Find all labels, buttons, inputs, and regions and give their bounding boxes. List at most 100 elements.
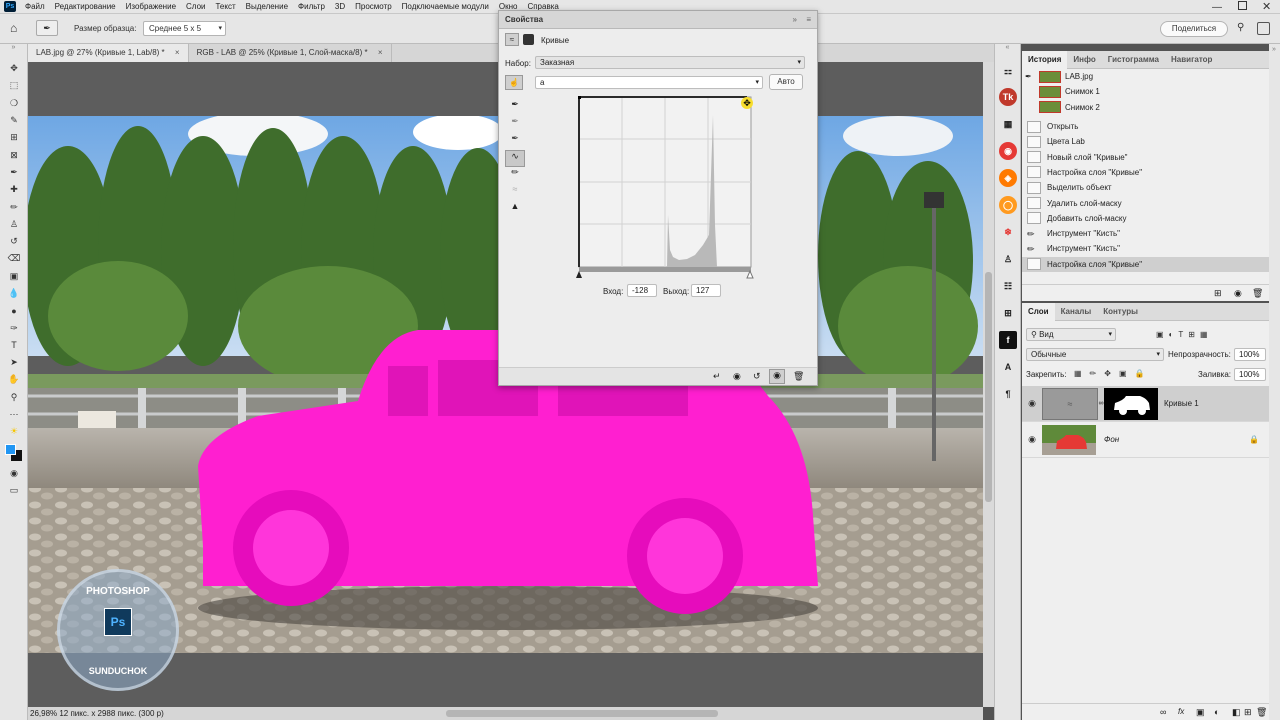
blend-mode-select[interactable]: Обычные ▾ (1026, 348, 1164, 361)
layer-row-background[interactable]: ◉ Фон 🔒 (1022, 422, 1269, 458)
color-swatches[interactable] (0, 441, 27, 465)
history-step[interactable]: Настройка слоя "Кривые" (1022, 165, 1269, 180)
pen-tool-icon[interactable]: ✑ (0, 319, 28, 336)
menu-select[interactable]: Выделение (241, 2, 293, 11)
navigator-icon[interactable]: ▦ (999, 115, 1017, 133)
tab-layers[interactable]: Слои (1022, 303, 1055, 321)
gray-point-eyedropper-icon[interactable]: ✒ (505, 116, 525, 133)
scroll-thumb[interactable] (985, 272, 992, 502)
history-snapshot[interactable]: ✒ LAB.jpg (1022, 69, 1269, 84)
crop-tool-icon[interactable]: ⊞ (0, 129, 28, 146)
white-point-slider[interactable] (746, 269, 754, 279)
menu-file[interactable]: Файл (20, 2, 50, 11)
paragraph-panel-icon[interactable]: ¶ (999, 385, 1017, 403)
history-step[interactable]: Цвета Lab (1022, 134, 1269, 149)
history-step-selected[interactable]: Настройка слоя "Кривые" (1022, 256, 1269, 272)
dodge-tool-icon[interactable]: ● (0, 302, 28, 319)
menu-filter[interactable]: Фильтр (293, 2, 330, 11)
minimize-icon[interactable]: — (1212, 2, 1222, 13)
path-select-icon[interactable]: ➤ (0, 354, 28, 371)
tab-navigator[interactable]: Навигатор (1165, 51, 1218, 69)
frame-tool-icon[interactable]: ⊠ (0, 146, 28, 163)
history-panel-icon[interactable]: ⚏ (999, 62, 1017, 80)
layer-row-curves[interactable]: ◉ ≈ ∞ Кривые 1 (1022, 386, 1269, 422)
lock-icons[interactable]: ▦✏✥▣🔒 (1074, 369, 1152, 378)
close-tab-icon[interactable]: × (378, 48, 383, 57)
menu-edit[interactable]: Редактирование (50, 2, 121, 11)
layer-filter-select[interactable]: ⚲ Вид ▾ (1026, 328, 1116, 341)
eyedropper-tool-preset-icon[interactable]: ✒ (36, 20, 58, 36)
foreground-color-swatch[interactable] (5, 443, 16, 455)
zoom-tool-icon[interactable]: ⚲ (0, 389, 28, 406)
curves-adjustment-icon[interactable]: ≈ (505, 33, 519, 46)
layer-mask-thumbnail[interactable] (1104, 387, 1158, 420)
black-point-slider[interactable] (576, 271, 582, 278)
type-tool-icon[interactable]: T (0, 337, 28, 354)
history-snapshot[interactable]: Снимок 1 (1022, 84, 1269, 99)
eraser-tool-icon[interactable]: ⌫ (0, 250, 28, 267)
menu-image[interactable]: Изображение (121, 2, 181, 11)
stamp-panel-icon[interactable]: ♙ (999, 250, 1017, 268)
camera-snapshot-icon[interactable]: ◉ (1234, 288, 1242, 299)
hand-tool-icon[interactable]: ✋ (0, 371, 28, 388)
history-step[interactable]: Новый слой "Кривые" (1022, 149, 1269, 164)
tab-paths[interactable]: Контуры (1097, 303, 1144, 321)
menu-view[interactable]: Просмотр (350, 2, 397, 11)
link-layers-icon[interactable]: ∞ (1160, 707, 1166, 717)
clip-to-layer-icon[interactable]: ↵ (713, 371, 721, 382)
preset-select[interactable]: Заказная ▾ (535, 56, 805, 69)
new-layer-icon[interactable]: ⊞ (1244, 707, 1252, 718)
marquee-tool-icon[interactable]: ⬚ (0, 77, 28, 94)
collapse-panels-icon[interactable]: » (1272, 46, 1276, 53)
plugin-circle-icon[interactable]: ◯ (999, 196, 1017, 214)
strip-collapse-icon[interactable]: « (995, 44, 1020, 58)
search-icon[interactable]: ⚲ (1237, 22, 1244, 33)
panel-collapse-icon[interactable]: » (0, 44, 27, 60)
plugin-f-icon[interactable]: f (999, 331, 1017, 349)
history-snapshot[interactable]: Снимок 2 (1022, 100, 1269, 115)
tab-rgb-lab[interactable]: RGB - LAB @ 25% (Кривые 1, Слой-маска/8)… (189, 44, 392, 62)
white-point-eyedropper-icon[interactable]: ✒ (505, 133, 525, 150)
move-tool-icon[interactable]: ✥ (0, 60, 28, 77)
tab-channels[interactable]: Каналы (1055, 303, 1098, 321)
share-button[interactable]: Поделиться (1160, 21, 1228, 37)
tab-info[interactable]: Инфо (1067, 51, 1101, 69)
curves-graph[interactable]: ✥ (575, 95, 755, 280)
close-tab-icon[interactable]: × (175, 48, 180, 57)
horizontal-scroll-thumb[interactable] (446, 710, 718, 717)
tab-histogram[interactable]: Гистограмма (1102, 51, 1165, 69)
color-wheel-icon[interactable]: ❄ (999, 223, 1017, 241)
curve-point-tool-icon[interactable]: ∿ (505, 150, 525, 167)
add-mask-icon[interactable]: ▣ (1196, 707, 1205, 718)
menu-plugins[interactable]: Подключаемые модули (397, 2, 494, 11)
eyedropper-tool-icon[interactable]: ✒ (0, 164, 28, 181)
layer-filter-icons[interactable]: ▣◐T⊞▦ (1156, 330, 1213, 339)
history-step[interactable]: ✏ Инструмент "Кисть" (1022, 241, 1269, 256)
menu-3d[interactable]: 3D (330, 2, 350, 11)
on-image-adjust-icon[interactable]: ☝ (505, 75, 523, 90)
mask-icon[interactable] (523, 34, 534, 45)
layer-visibility-eye-icon[interactable]: ◉ (1022, 434, 1042, 445)
group-folder-icon[interactable]: ◧ (1232, 707, 1241, 718)
close-icon[interactable]: ✕ (1262, 0, 1271, 13)
menu-type[interactable]: Текст (210, 2, 240, 11)
ruler-icon[interactable]: ☷ (999, 277, 1017, 295)
panel-menu-icon[interactable]: ≡ (806, 11, 811, 29)
canvas-vertical-scrollbar[interactable] (983, 62, 994, 707)
opacity-field[interactable]: 100% (1234, 348, 1266, 361)
home-icon[interactable]: ⌂ (10, 21, 17, 35)
maximize-icon[interactable] (1238, 1, 1247, 10)
reset-icon[interactable]: ↺ (753, 371, 761, 382)
fx-icon[interactable]: fx (1178, 707, 1184, 716)
layer-visibility-eye-icon[interactable]: ◉ (1022, 398, 1042, 409)
plugin-orange-icon[interactable]: ◈ (999, 169, 1017, 187)
quick-mask-icon[interactable]: ◉ (0, 465, 28, 482)
history-step[interactable]: ✏ Инструмент "Кисть" (1022, 226, 1269, 241)
healing-brush-icon[interactable]: ✚ (0, 181, 28, 198)
history-step[interactable]: Добавить слой-маску (1022, 211, 1269, 226)
black-point-eyedropper-icon[interactable]: ✒ (505, 99, 525, 116)
screen-mode-icon[interactable]: ▭ (0, 482, 28, 499)
stamp-tool-icon[interactable]: ♙ (0, 216, 28, 233)
gradient-tool-icon[interactable]: ▣ (0, 268, 28, 285)
curve-point[interactable] (578, 96, 581, 99)
